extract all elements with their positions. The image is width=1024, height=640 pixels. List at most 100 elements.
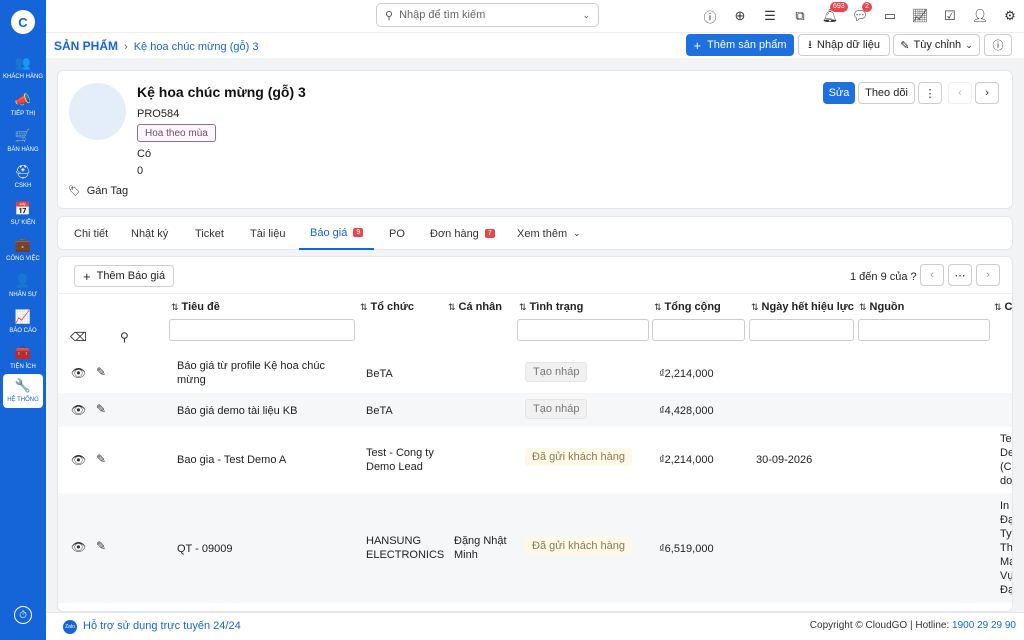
quote-title[interactable]: Bao gia - Test Demo A — [177, 453, 286, 467]
sidebar-item-utilities[interactable]: 🧰 Tiện ích — [0, 341, 46, 375]
gear-icon[interactable]: ⚙ — [1001, 7, 1019, 25]
previous-page-button[interactable]: ‹ — [920, 264, 944, 286]
pencil-icon[interactable]: ✎ — [96, 539, 106, 553]
add-circle-icon[interactable]: ⊕ — [731, 7, 749, 25]
chevron-left-icon: ‹ — [958, 87, 962, 99]
new-window-icon[interactable]: ⧉ — [791, 7, 809, 25]
table-row[interactable]: 👁︎ ✎ Báo giá từ profile Kệ hoa chúc mừng… — [58, 353, 1012, 393]
table-row[interactable]: 👁︎ ✎ Bao gia - Test Demo A Test - Cong t… — [58, 427, 1012, 493]
column-header-extra[interactable]: ⇅ C — [994, 301, 1012, 313]
chevron-right-icon: › — [986, 269, 990, 281]
eye-icon[interactable]: 👁︎ — [71, 540, 86, 554]
info-icon[interactable]: ⓘ — [701, 7, 719, 25]
previous-record-button[interactable]: ‹ — [948, 82, 972, 104]
tab-po[interactable]: PO — [389, 217, 405, 250]
support-link[interactable]: Hỗ trợ sử dụng trực tuyến 24/24 — [83, 620, 241, 632]
quote-total: ₫2,214,000 — [659, 368, 714, 380]
list-icon[interactable]: ☰ — [761, 7, 779, 25]
sidebar-item-system[interactable]: 🔧 Hệ thống — [3, 374, 43, 408]
orders-count-badge: 7 — [484, 229, 495, 238]
tab-more[interactable]: Xem thêm ⌄ — [517, 217, 581, 250]
next-record-button[interactable]: › — [975, 82, 999, 104]
quote-title[interactable]: Báo giá demo tài liệu KB — [177, 404, 297, 418]
add-tag-button[interactable]: 🏷︎ Gán Tag — [68, 185, 128, 197]
calendar-icon[interactable]: ▭ — [881, 7, 899, 25]
add-product-button[interactable]: + Thêm sản phẩm — [686, 34, 794, 56]
zalo-icon[interactable]: Zalo — [63, 620, 77, 634]
clock-icon[interactable]: ⏱ — [14, 606, 32, 624]
tab-log[interactable]: Nhật ký — [131, 217, 168, 250]
wrench-icon: 🔧 — [14, 378, 32, 393]
tab-quotes[interactable]: Báo giá 9 — [299, 217, 375, 250]
filter-status-input[interactable] — [517, 319, 649, 341]
quote-title[interactable]: QT - 09009 — [177, 542, 232, 556]
sidebar-item-cskh[interactable]: ⛑ CSKH — [0, 160, 46, 194]
table-row[interactable]: 👁︎ ✎ Báo giá demo tài liệu KB BeTA Tạo n… — [58, 393, 1012, 427]
filter-source-input[interactable] — [858, 319, 990, 341]
eye-icon[interactable]: 👁︎ — [71, 453, 86, 467]
chart-icon[interactable]: 📈︎ — [911, 7, 929, 25]
column-header-total[interactable]: ⇅ Tổng cộng — [654, 301, 721, 313]
pencil-icon[interactable]: ✎ — [96, 452, 106, 466]
app-logo[interactable]: C — [11, 10, 35, 34]
sidebar-item-reports[interactable]: 📈 Báo cáo — [0, 305, 46, 339]
edit-button[interactable]: Sửa — [823, 82, 855, 104]
column-header-organization[interactable]: ⇅ Tổ chức — [360, 301, 414, 313]
search-input[interactable]: Nhập để tìm kiếm — [399, 9, 485, 21]
customize-button[interactable]: ✎ Tùy chỉnh ⌄ — [893, 34, 980, 56]
quotes-list-card: + Thêm Báo giá 1 đến 9 của ? ‹ ⋯ › ⇅ Tiêu … — [57, 256, 1013, 612]
clear-filter-icon[interactable]: ⌫ — [70, 330, 87, 344]
tab-documents[interactable]: Tài liệu — [250, 217, 285, 250]
more-pages-button[interactable]: ⋯ — [948, 264, 972, 286]
chat-icon[interactable]: 💬︎ 2 — [851, 2, 872, 25]
sidebar-item-sales[interactable]: 🛒 Bán hàng — [0, 124, 46, 158]
help-button[interactable]: ⓘ — [984, 34, 1012, 56]
sort-icon: ⇅ — [360, 302, 368, 312]
user-icon[interactable]: 👤︎ — [971, 7, 989, 25]
bell-icon[interactable]: 🔔︎ 693 — [821, 2, 848, 25]
pencil-icon[interactable]: ✎ — [96, 402, 106, 416]
column-header-source[interactable]: ⇅ Nguồn — [859, 301, 904, 313]
quote-person: Đặng Nhật Minh — [454, 535, 507, 561]
hotline-link[interactable]: 1900 29 29 90 — [952, 620, 1016, 631]
filter-total-input[interactable] — [652, 319, 745, 341]
sidebar-item-tasks[interactable]: 💼 Công việc — [0, 233, 46, 267]
status-badge: Tạo nháp — [525, 399, 588, 419]
global-search[interactable]: ⚲ Nhập để tìm kiếm ⌄ — [376, 3, 599, 27]
product-title: Kệ hoa chúc mừng (gỗ) 3 — [137, 84, 306, 100]
column-header-title[interactable]: ⇅ Tiêu đề — [171, 301, 220, 313]
sidebar-item-marketing[interactable]: 📣 Tiếp thị — [0, 88, 46, 122]
product-category-tag: Hoa theo mùa — [137, 124, 216, 142]
quote-title[interactable]: Báo giá từ profile Kệ hoa chúc mừng — [177, 359, 337, 387]
chevron-right-icon: › — [985, 87, 989, 99]
tab-orders[interactable]: Đơn hàng 7 — [430, 217, 495, 250]
checkbox-icon[interactable]: ☑ — [941, 7, 959, 25]
tab-ticket[interactable]: Ticket — [195, 217, 224, 250]
more-menu-button[interactable]: ⋮ — [918, 82, 942, 104]
chevron-down-icon[interactable]: ⌄ — [582, 10, 590, 21]
import-data-button[interactable]: ⭳ Nhập dữ liệu — [798, 34, 890, 56]
follow-button[interactable]: Theo dõi — [858, 82, 915, 104]
eye-icon[interactable]: 👁︎ — [71, 366, 86, 380]
column-header-person[interactable]: ⇅ Cá nhân — [448, 301, 502, 313]
breadcrumb-root[interactable]: SẢN PHẨM — [54, 39, 118, 53]
sidebar-item-hr[interactable]: 👤 Nhân sự — [0, 269, 46, 303]
column-header-status[interactable]: ⇅ Tình trạng — [519, 301, 583, 313]
search-icon: ⚲ — [385, 9, 394, 22]
next-page-button[interactable]: › — [976, 264, 1000, 286]
utilities-icon: 🧰 — [14, 345, 32, 360]
sort-icon: ⇅ — [994, 302, 1002, 312]
table-row[interactable]: 👁︎ ✎ QT - 09009 HANSUNG ELECTRONICS Đặng… — [58, 493, 1012, 603]
pencil-icon[interactable]: ✎ — [96, 365, 106, 379]
chevron-right-icon: › — [124, 41, 128, 53]
eye-icon[interactable]: 👁︎ — [71, 403, 86, 417]
sidebar-item-events[interactable]: 📅 Sự kiện — [0, 197, 46, 231]
status-badge: Đã gửi khách hàng — [525, 537, 632, 555]
tab-details[interactable]: Chi tiết — [74, 217, 108, 250]
search-icon[interactable]: ⚲ — [120, 330, 129, 344]
column-header-expiry[interactable]: ⇅ Ngày hết hiệu lực — [751, 301, 854, 313]
filter-title-input[interactable] — [169, 319, 355, 341]
add-quote-button[interactable]: + Thêm Báo giá — [74, 265, 175, 287]
filter-expiry-input[interactable] — [749, 319, 854, 341]
sidebar-item-customers[interactable]: 👥 Khách hàng — [0, 51, 46, 85]
